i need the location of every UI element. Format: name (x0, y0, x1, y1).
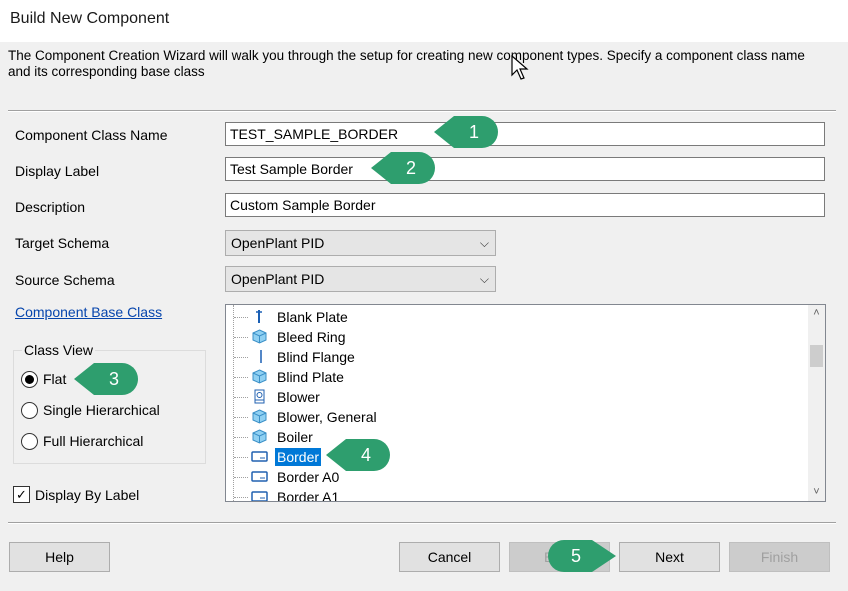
source-schema-label: Source Schema (15, 272, 115, 288)
tree-connector (234, 417, 248, 418)
scroll-thumb[interactable] (810, 345, 823, 367)
next-button[interactable]: Next (619, 542, 720, 572)
chevron-down-icon: ⌵ (479, 236, 489, 250)
target-schema-dropdown[interactable]: OpenPlant PID ⌵ (225, 230, 496, 256)
display-label-label: Display Label (15, 163, 100, 179)
tree-item-label: Blank Plate (277, 309, 348, 325)
callout-1: 1 (434, 114, 500, 150)
tree-scrollbar[interactable]: ˄ ˅ (808, 305, 825, 501)
border-icon (251, 449, 268, 464)
radio-label: Flat (43, 371, 67, 387)
tree-item[interactable]: Blower (226, 387, 806, 407)
radio-circle[interactable] (21, 402, 38, 419)
callout-number: 1 (468, 122, 479, 142)
tree-item[interactable]: Blank Plate (226, 307, 806, 327)
tree-item[interactable]: Blind Flange (226, 347, 806, 367)
cube-icon (251, 369, 268, 384)
tree-item-label: Bleed Ring (277, 329, 346, 345)
callout-2: 2 (371, 150, 437, 186)
radio-circle[interactable] (21, 371, 38, 388)
callout-number: 4 (360, 445, 371, 465)
border-icon (251, 469, 268, 484)
tree-item[interactable]: Border A0 (226, 467, 806, 487)
mouse-cursor-icon (511, 55, 529, 80)
help-button[interactable]: Help (9, 542, 110, 572)
tree-item-label: Blower (277, 389, 320, 405)
radio-label: Full Hierarchical (43, 433, 144, 449)
tree-item[interactable]: Blower, General (226, 407, 806, 427)
class-name-label: Component Class Name (15, 127, 168, 143)
target-schema-label: Target Schema (15, 235, 110, 251)
title-bar: Build New Component (0, 0, 848, 42)
bottom-divider (8, 522, 836, 524)
cancel-button[interactable]: Cancel (399, 542, 500, 572)
cube-icon (251, 429, 268, 444)
source-schema-dropdown[interactable]: OpenPlant PID ⌵ (225, 266, 496, 292)
scroll-down-icon[interactable]: ˅ (808, 484, 825, 501)
tree-connector (234, 477, 248, 478)
border-icon (251, 489, 268, 501)
display-by-label-text: Display By Label (35, 487, 140, 503)
component-base-class-link[interactable]: Component Base Class (15, 304, 162, 320)
tree-connector (234, 357, 248, 358)
tree-connector (234, 397, 248, 398)
finish-button[interactable]: Finish (729, 542, 830, 572)
check-icon[interactable]: ✓ (13, 486, 30, 503)
tree-connector (234, 317, 248, 318)
callout-4: 4 (326, 437, 392, 473)
base-class-tree[interactable]: Blank Plate Bleed Ring Blind Flange Blind P… (225, 304, 826, 502)
blower-icon (251, 389, 268, 404)
tree-connector (234, 497, 248, 498)
tree-connector (234, 457, 248, 458)
top-divider (8, 110, 836, 112)
target-schema-value: OpenPlant PID (231, 235, 325, 251)
cube-icon (251, 409, 268, 424)
callout-5: 5 (548, 538, 618, 574)
intro-text: The Component Creation Wizard will walk … (8, 48, 805, 79)
cube-icon (251, 329, 268, 344)
tree-connector (234, 437, 248, 438)
chevron-down-icon: ⌵ (479, 272, 489, 286)
radio-circle[interactable] (21, 433, 38, 450)
display-label-input[interactable]: Test Sample Border (225, 157, 825, 181)
callout-number: 5 (570, 546, 581, 566)
description-input[interactable]: Custom Sample Border (225, 193, 825, 217)
tree-connector (234, 337, 248, 338)
tree-item[interactable]: Blind Plate (226, 367, 806, 387)
tree-connector (234, 377, 248, 378)
class-view-legend: Class View (22, 342, 95, 358)
class-name-input[interactable]: TEST_SAMPLE_BORDER (225, 122, 825, 146)
blind-flange-icon (251, 349, 268, 364)
tree-item[interactable]: Boiler (226, 427, 806, 447)
tree-item-label: Boiler (277, 429, 313, 445)
tree-item-label: Blind Flange (277, 349, 355, 365)
scroll-up-icon[interactable]: ˄ (808, 305, 825, 322)
callout-3: 3 (74, 361, 140, 397)
radio-label: Single Hierarchical (43, 402, 160, 418)
tree-item[interactable]: Border (226, 447, 806, 467)
tree-item[interactable]: Border A1 (226, 487, 806, 502)
source-schema-value: OpenPlant PID (231, 271, 325, 287)
tree-item-label: Blind Plate (277, 369, 344, 385)
window-title: Build New Component (10, 10, 170, 27)
tree-item-label: Border A1 (277, 489, 340, 502)
tree-item-label: Blower, General (277, 409, 377, 425)
tree-item-label: Border (275, 448, 322, 466)
callout-number: 3 (108, 369, 119, 389)
radio-dot (25, 375, 34, 384)
callout-number: 2 (405, 158, 416, 178)
description-label: Description (15, 199, 86, 215)
tree-item[interactable]: Bleed Ring (226, 327, 806, 347)
blank-plate-icon (251, 309, 268, 324)
